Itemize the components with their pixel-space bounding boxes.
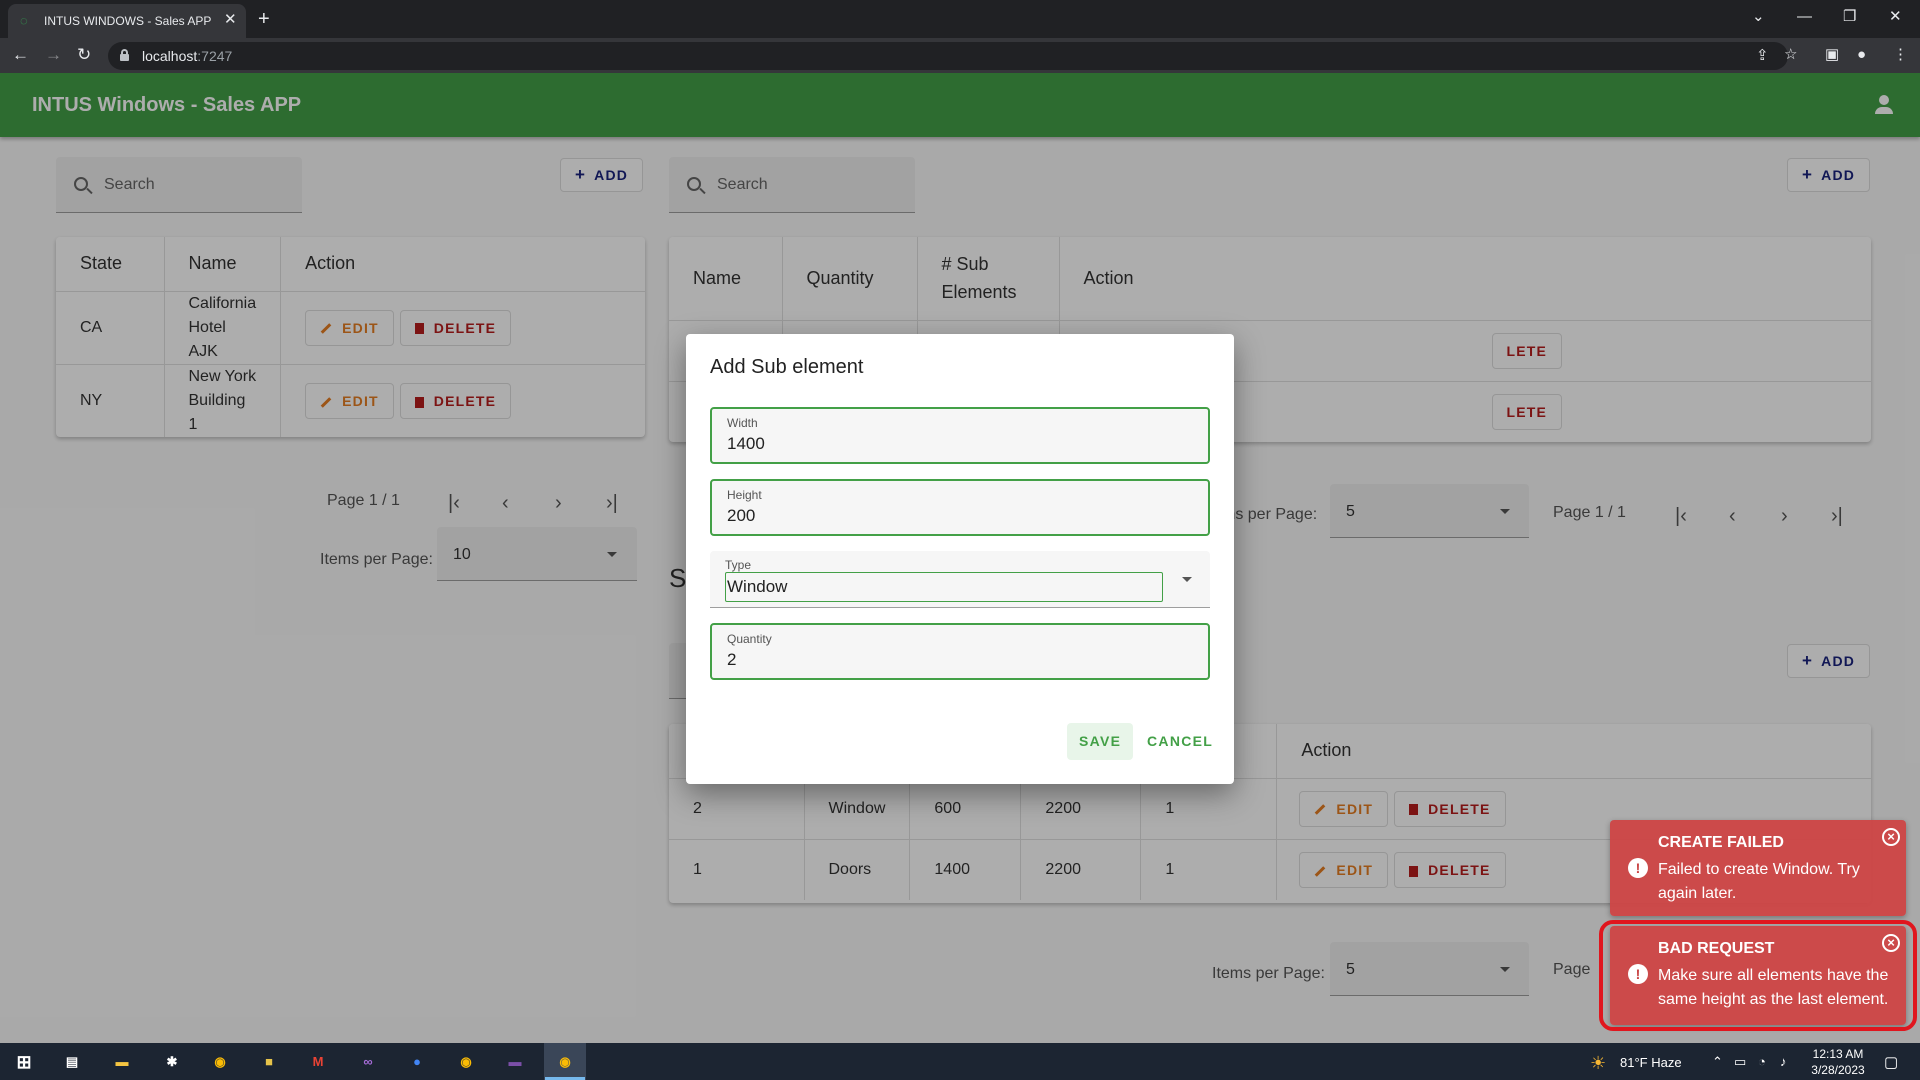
type-label: Type — [725, 558, 752, 572]
height-field[interactable]: Height 200 — [710, 479, 1210, 536]
quantity-value: 2 — [727, 650, 737, 669]
windows-start-icon[interactable]: ⊞ — [12, 1050, 36, 1074]
alert-icon: ! — [1628, 858, 1648, 878]
quantity-label: Quantity — [727, 632, 772, 646]
type-select[interactable]: Type Window — [710, 551, 1210, 608]
address-bar[interactable]: localhost:7247 ⇪ — [108, 42, 1788, 70]
close-toast-icon[interactable]: × — [1882, 828, 1900, 846]
visual-studio-icon[interactable]: ∞ — [356, 1050, 380, 1074]
chrome-profile-icon[interactable]: ◉ — [454, 1050, 478, 1074]
back-icon[interactable]: ← — [12, 45, 29, 65]
close-tab-icon[interactable]: ✕ — [224, 12, 237, 28]
taskbar-clock[interactable]: 12:13 AM 3/28/2023 — [1806, 1046, 1870, 1078]
minimize-icon[interactable]: — — [1797, 8, 1812, 26]
task-view-icon[interactable]: ▤ — [60, 1050, 84, 1074]
weather-icon: ☀ — [1590, 1053, 1607, 1073]
tab-title: INTUS WINDOWS - Sales APP — [44, 14, 212, 28]
dialog-title: Add Sub element — [710, 356, 864, 378]
gmail-icon[interactable]: M — [306, 1050, 330, 1074]
chrome-icon[interactable]: ◉ — [208, 1050, 232, 1074]
lock-icon — [120, 49, 129, 61]
chrome-active-icon[interactable]: ◉ — [545, 1050, 585, 1080]
dropdown-arrow-icon — [1182, 577, 1192, 582]
battery-icon[interactable]: ▭ — [1734, 1054, 1746, 1070]
restore-icon[interactable]: ❐ — [1843, 8, 1856, 26]
maps-icon[interactable]: ● — [405, 1050, 429, 1074]
toast-create-failed: ! CREATE FAILED Failed to create Window.… — [1610, 820, 1906, 916]
reload-icon[interactable]: ↻ — [77, 45, 91, 65]
terminal-icon[interactable]: ▬ — [503, 1050, 527, 1074]
volume-icon[interactable]: ♪ — [1780, 1054, 1787, 1069]
type-focus-box: Window — [725, 572, 1163, 602]
bookmark-star-icon[interactable]: ☆ — [1784, 45, 1797, 65]
width-value: 1400 — [727, 434, 765, 453]
add-sub-element-dialog: Add Sub element Width 1400 Height 200 Ty… — [686, 334, 1234, 784]
close-window-icon[interactable]: ✕ — [1889, 8, 1902, 26]
slack-icon[interactable]: ✱ — [160, 1050, 184, 1074]
menu-kebab-icon[interactable]: ⋮ — [1893, 45, 1908, 65]
forward-icon[interactable]: → — [45, 45, 62, 65]
notifications-icon[interactable]: ▢ — [1884, 1053, 1898, 1071]
side-panel-icon[interactable]: ▣ — [1825, 45, 1839, 65]
clock-time: 12:13 AM — [1812, 1047, 1864, 1061]
show-hidden-icons-icon[interactable]: ⌃ — [1712, 1054, 1723, 1070]
loading-favicon-icon: ◌ — [20, 13, 28, 28]
weather-text[interactable]: 81°F Haze — [1620, 1055, 1682, 1070]
save-button[interactable]: SAVE — [1067, 723, 1134, 760]
url-text: localhost:7247 — [142, 48, 233, 64]
sticky-notes-icon[interactable]: ■ — [257, 1050, 281, 1074]
wifi-icon[interactable]: ◔ — [1758, 1054, 1766, 1069]
cancel-button[interactable]: CANCEL — [1135, 723, 1225, 760]
browser-tab-strip: ◌ INTUS WINDOWS - Sales APP ✕ + ⌄ — ❐ ✕ — [0, 0, 1920, 38]
toast-title: CREATE FAILED — [1658, 834, 1784, 851]
new-tab-icon[interactable]: + — [258, 8, 270, 30]
clock-date: 3/28/2023 — [1811, 1063, 1865, 1077]
width-field[interactable]: Width 1400 — [710, 407, 1210, 464]
profile-icon[interactable]: ● — [1857, 45, 1866, 65]
browser-toolbar: ← → ↻ localhost:7247 ⇪ ☆ ▣ ● ⋮ — [0, 38, 1920, 73]
width-label: Width — [727, 416, 758, 430]
windows-taskbar: ⊞ ▤ ▬ ✱ ◉ ■ M ∞ ● ◉ ▬ ◉ ☀ 81°F Haze ⌃ ▭ … — [0, 1043, 1920, 1080]
type-value: Window — [727, 577, 788, 596]
file-explorer-icon[interactable]: ▬ — [110, 1050, 134, 1074]
quantity-field[interactable]: Quantity 2 — [710, 623, 1210, 680]
tab-search-icon[interactable]: ⌄ — [1752, 8, 1765, 26]
toast-message: Failed to create Window. Try again later… — [1658, 861, 1860, 902]
height-label: Height — [727, 488, 762, 502]
height-value: 200 — [727, 506, 756, 525]
browser-tab[interactable]: ◌ INTUS WINDOWS - Sales APP ✕ — [8, 4, 246, 38]
share-icon[interactable]: ⇪ — [1756, 46, 1769, 66]
annotation-highlight — [1599, 920, 1917, 1031]
